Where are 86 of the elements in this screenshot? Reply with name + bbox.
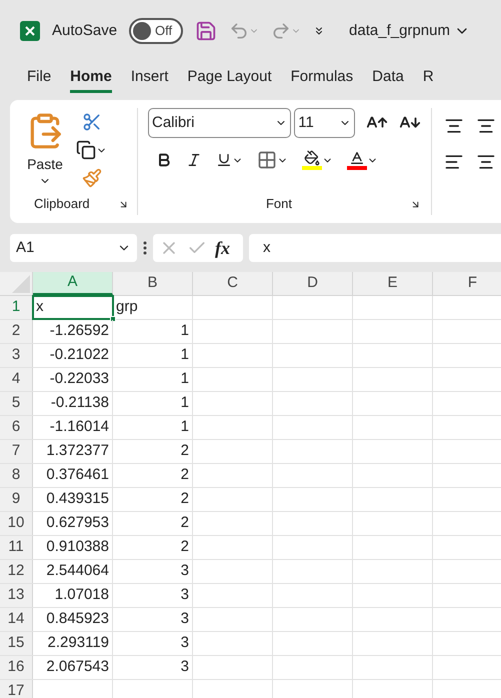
ribbon-tab[interactable]: File	[27, 65, 52, 93]
table-cell[interactable]: 1.07018	[33, 584, 113, 607]
table-cell[interactable]: 1	[113, 416, 193, 439]
table-cell[interactable]: 0.845923	[33, 608, 113, 631]
table-cell[interactable]: 1	[113, 368, 193, 391]
row-header[interactable]: 12	[0, 560, 33, 583]
table-cell[interactable]: -0.22033	[33, 368, 113, 391]
row-header[interactable]: 5	[0, 392, 33, 415]
table-cell[interactable]: 1.372377	[33, 440, 113, 463]
table-cell[interactable]: -1.16014	[33, 416, 113, 439]
row-header[interactable]: 6	[0, 416, 33, 439]
ribbon-tab[interactable]: Formulas	[290, 65, 354, 93]
file-name-button[interactable]: data_f_grpnum	[349, 20, 470, 42]
underline-icon[interactable]	[216, 152, 243, 168]
more-options-icon[interactable]	[143, 241, 147, 255]
column-header[interactable]: E	[353, 272, 433, 295]
row-header[interactable]: 15	[0, 632, 33, 655]
ribbon-tab[interactable]: Home	[70, 65, 112, 93]
row-header[interactable]: 2	[0, 320, 33, 343]
table-cell[interactable]: 0.439315	[33, 488, 113, 511]
table-cell[interactable]: grp	[113, 296, 193, 319]
table-cell[interactable]: 0.627953	[33, 512, 113, 535]
autosave-label: AutoSave	[52, 20, 118, 41]
fill-handle[interactable]	[110, 316, 116, 322]
table-cell[interactable]: 0.910388	[33, 536, 113, 559]
column-header[interactable]: F	[433, 272, 501, 295]
group-label: Font	[266, 195, 292, 214]
table-cell[interactable]: 3	[113, 632, 193, 655]
table-cell[interactable]: 2	[113, 512, 193, 535]
formula-input[interactable]: x	[249, 234, 501, 262]
table-cell[interactable]: -0.21022	[33, 344, 113, 367]
group-label: Clipboard	[34, 195, 90, 214]
bold-icon[interactable]	[156, 152, 172, 168]
table-cell[interactable]: 2	[113, 536, 193, 559]
save-icon[interactable]	[195, 20, 218, 42]
table-cell[interactable]: 1	[113, 344, 193, 367]
excel-logo-icon	[20, 21, 40, 41]
row-header[interactable]: 10	[0, 512, 33, 535]
row-header[interactable]: 11	[0, 536, 33, 559]
fill-color-icon[interactable]	[302, 150, 333, 170]
table-cell[interactable]: 2	[113, 488, 193, 511]
name-box[interactable]: A1	[10, 234, 137, 262]
font-color-icon[interactable]	[347, 150, 378, 170]
ribbon-tab[interactable]: Page Layout	[187, 65, 272, 93]
row-header[interactable]: 17	[0, 680, 33, 698]
table-cell[interactable]: 2.067543	[33, 656, 113, 679]
dialog-launcher-icon[interactable]	[118, 198, 129, 210]
table-cell[interactable]: 3	[113, 560, 193, 583]
ribbon-tab[interactable]: Data	[372, 65, 404, 93]
row-header[interactable]: 8	[0, 464, 33, 487]
font-size-dropdown[interactable]: 11	[294, 108, 355, 138]
row-header[interactable]: 16	[0, 656, 33, 679]
row-header[interactable]: 3	[0, 344, 33, 367]
table-cell[interactable]: -0.21138	[33, 392, 113, 415]
font-name-dropdown[interactable]: Calibri	[148, 108, 292, 138]
dialog-launcher-icon[interactable]	[410, 198, 421, 210]
row-header[interactable]: 7	[0, 440, 33, 463]
table-cell[interactable]: 2.544064	[33, 560, 113, 583]
autosave-toggle[interactable]: Off	[129, 18, 184, 44]
column-header[interactable]: D	[273, 272, 353, 295]
table-cell[interactable]: 3	[113, 584, 193, 607]
row-header[interactable]: 4	[0, 368, 33, 391]
table-cell[interactable]: 2.293119	[33, 632, 113, 655]
table-cell[interactable]: 0.376461	[33, 464, 113, 487]
table-cell[interactable]: 1	[113, 392, 193, 415]
table-cell[interactable]: 3	[113, 656, 193, 679]
table-cell[interactable]: 1	[113, 320, 193, 343]
borders-icon[interactable]	[257, 150, 288, 170]
ribbon-tab[interactable]: Insert	[130, 65, 168, 93]
table-cell[interactable]: x	[33, 296, 113, 319]
table-cell[interactable]: 3	[113, 608, 193, 631]
row-header[interactable]: 1	[0, 296, 33, 319]
ribbon-tab[interactable]: R	[422, 65, 434, 93]
italic-icon[interactable]	[186, 152, 202, 168]
row-header[interactable]: 9	[0, 488, 33, 511]
row-header[interactable]: 13	[0, 584, 33, 607]
column-header[interactable]: A	[33, 272, 113, 295]
row-header[interactable]: 14	[0, 608, 33, 631]
copy-icon[interactable]	[76, 140, 107, 160]
paste-button[interactable]: Paste	[26, 108, 64, 193]
column-header[interactable]: B	[113, 272, 193, 295]
column-header[interactable]: C	[193, 272, 273, 295]
insert-function-button[interactable]: fx	[215, 234, 230, 262]
table-cell[interactable]: 2	[113, 464, 193, 487]
table-cell[interactable]: -1.26592	[33, 320, 113, 343]
table-cell[interactable]: 2	[113, 440, 193, 463]
